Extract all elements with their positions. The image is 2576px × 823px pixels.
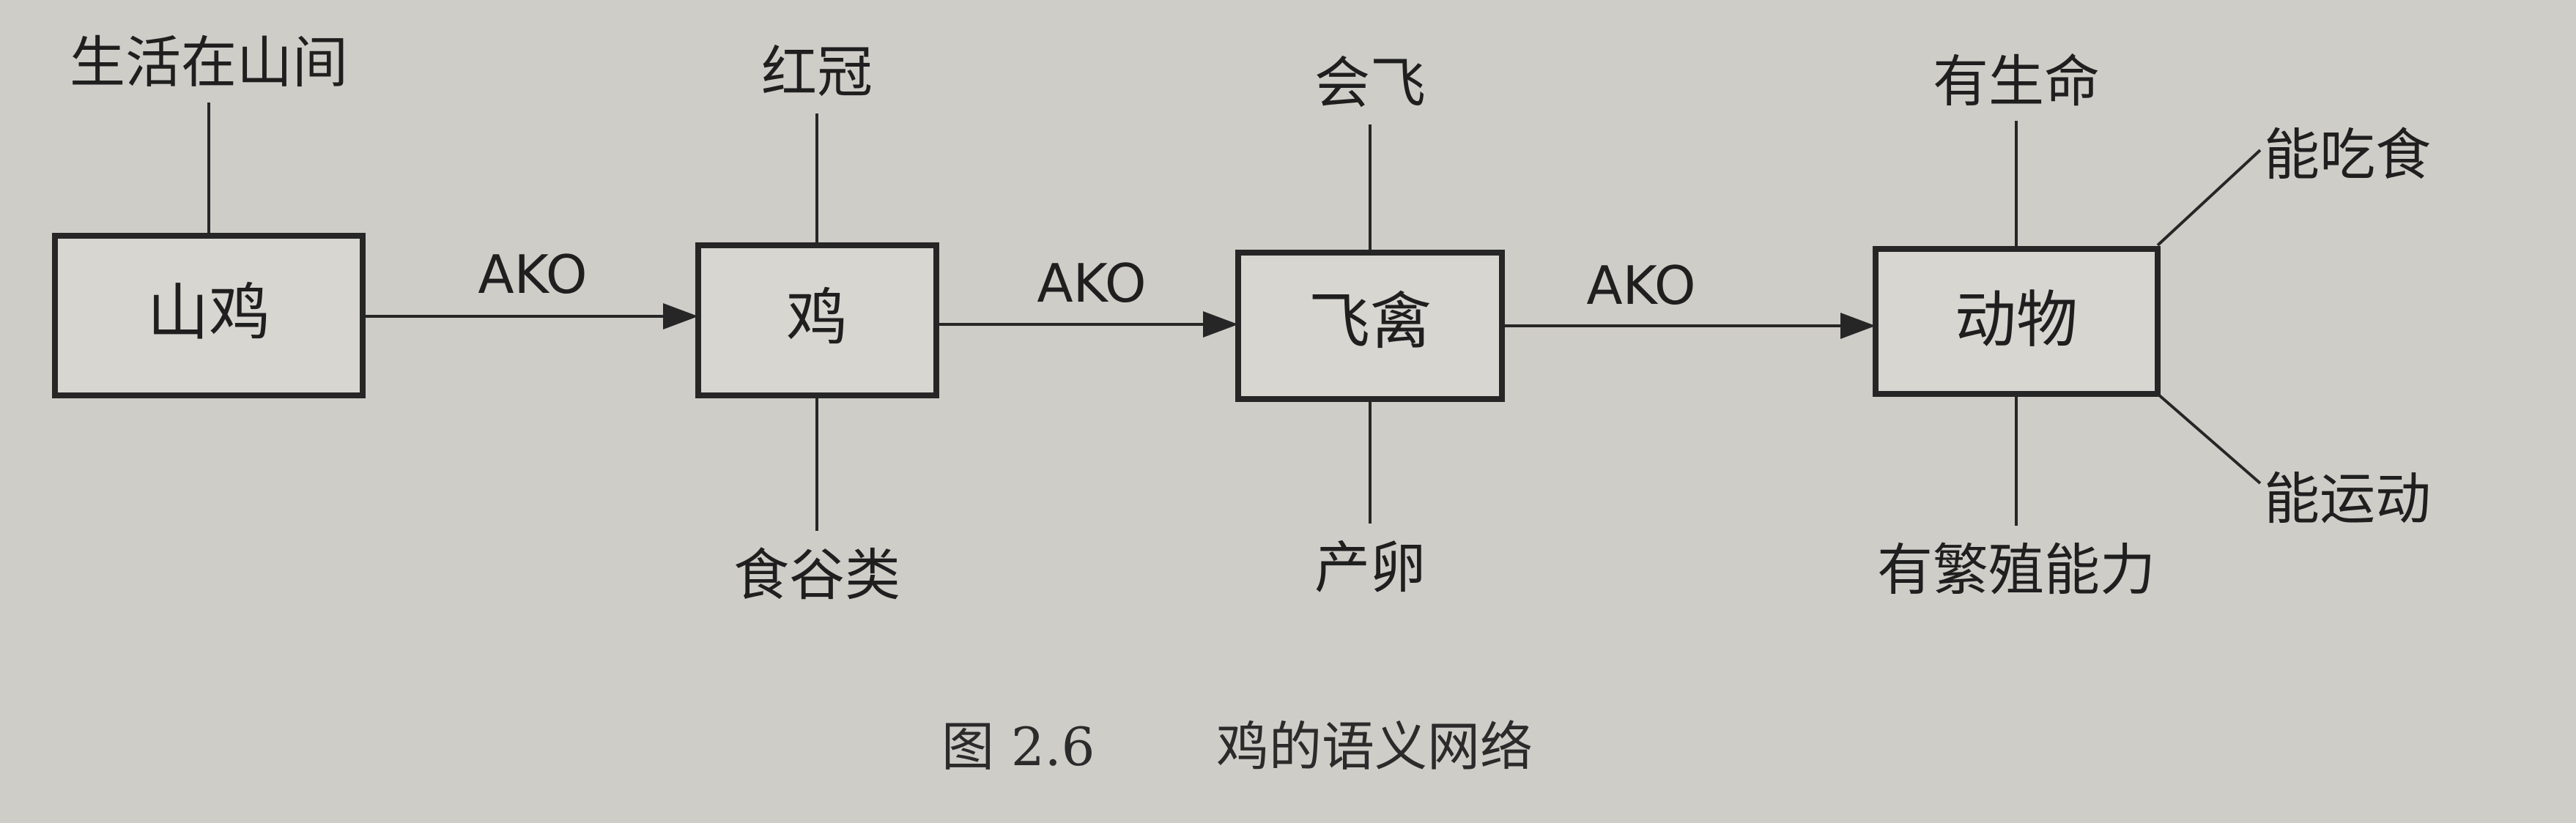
attr-label-shanji-top: 生活在山间 <box>70 30 348 95</box>
attr-label-ji-bottom: 食谷类 <box>733 543 900 608</box>
edge-label-shanji-ji: AKO <box>478 244 587 305</box>
edge-arrowhead-shanji-ji <box>663 303 698 329</box>
semantic-network-diagram: 山鸡 鸡 飞禽 动物 AKO AKO AKO 生活在山间 红冠 食谷类 会飞 产… <box>52 30 2431 778</box>
node-label-shanji: 山鸡 <box>147 277 270 349</box>
edge-arrowhead-feiqin-dongwu <box>1840 313 1876 339</box>
edge-arrowhead-ji-feiqin <box>1203 311 1238 338</box>
figure-caption: 鸡的语义网络 <box>1216 716 1533 778</box>
attr-label-dongwu-upper-right: 能吃食 <box>2264 122 2431 187</box>
node-label-dongwu: 动物 <box>1955 284 2078 356</box>
attr-label-dongwu-lower-right: 能运动 <box>2264 466 2431 532</box>
attr-connector-dongwu-lower-right <box>2156 392 2262 485</box>
attr-label-dongwu-bottom: 有繁殖能力 <box>1877 537 2155 603</box>
edge-label-feiqin-dongwu: AKO <box>1586 255 1695 316</box>
attr-connector-dongwu-upper-right <box>2156 149 2262 247</box>
attr-label-dongwu-top: 有生命 <box>1933 49 2100 114</box>
attr-label-feiqin-top: 会飞 <box>1314 51 1426 116</box>
node-label-ji: 鸡 <box>786 282 848 354</box>
edge-label-ji-feiqin: AKO <box>1037 253 1146 314</box>
attr-label-ji-top: 红冠 <box>761 40 873 105</box>
attr-label-feiqin-bottom: 产卵 <box>1314 535 1426 600</box>
figure-number: 图 2.6 <box>941 716 1095 778</box>
node-label-feiqin: 飞禽 <box>1309 286 1432 357</box>
